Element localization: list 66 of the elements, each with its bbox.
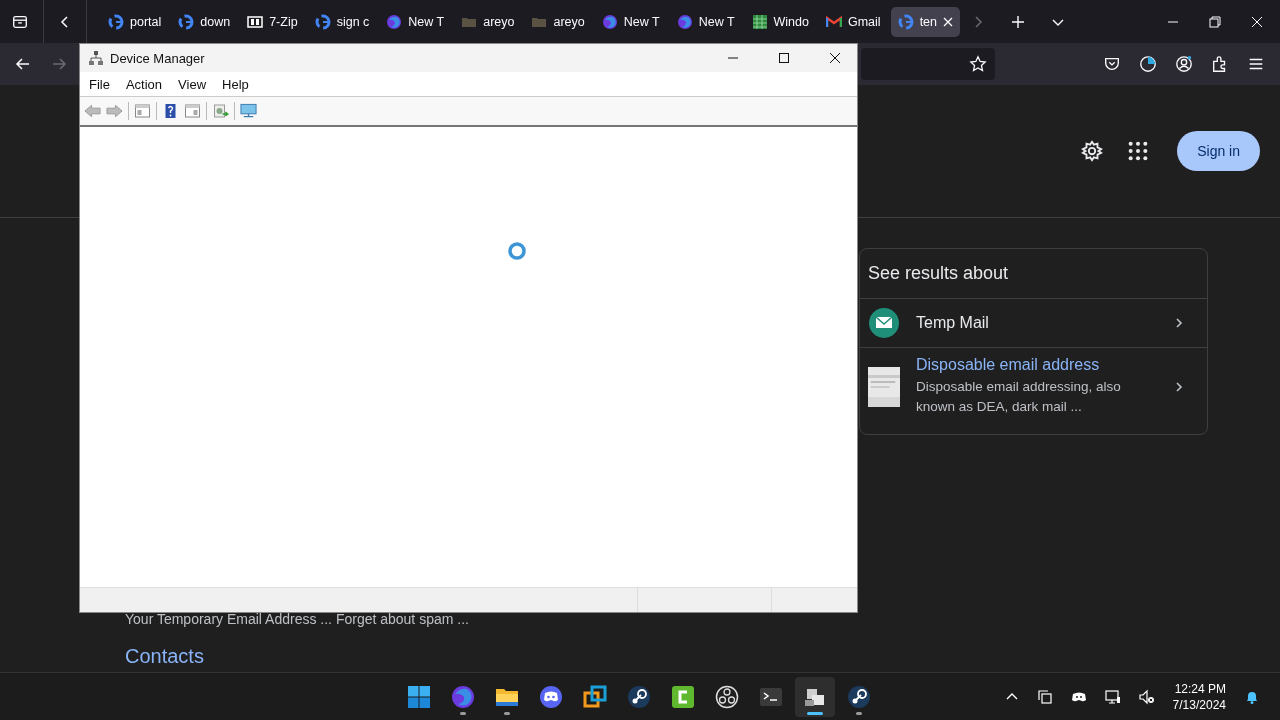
firefox-icon xyxy=(451,684,475,709)
menu-item[interactable]: Action xyxy=(125,76,163,92)
new-tab-icon[interactable] xyxy=(1011,14,1026,29)
restore-icon[interactable] xyxy=(1209,15,1221,28)
steam-icon xyxy=(627,684,651,709)
result-item[interactable]: Temp Mail xyxy=(860,299,1207,348)
browser-tab[interactable]: areyo xyxy=(454,6,522,37)
chevron-right-icon xyxy=(1173,380,1185,393)
browser-tab[interactable]: ten xyxy=(890,6,961,37)
back-icon[interactable] xyxy=(15,56,31,72)
sign-in-button[interactable]: Sign in xyxy=(1177,131,1260,171)
pocket-icon[interactable] xyxy=(1103,55,1121,73)
browser-tab[interactable]: 7-Zip xyxy=(240,6,305,37)
result-snippet: Your Temporary Email Address ... Forget about spam ... xyxy=(125,611,470,627)
browser-tab[interactable]: New T xyxy=(379,6,452,37)
panel-title: See results about xyxy=(860,249,1207,299)
muted-speaker-icon[interactable] xyxy=(1138,688,1155,705)
scan-hardware-icon[interactable] xyxy=(212,103,229,119)
chat-icon xyxy=(539,684,563,709)
firefox-icon xyxy=(601,13,618,30)
spreadsheet-icon xyxy=(751,13,768,30)
forward-icon[interactable] xyxy=(51,56,67,72)
settings-icon[interactable] xyxy=(1081,140,1104,162)
overlapping-squares-icon xyxy=(583,684,607,709)
timer-icon[interactable] xyxy=(1139,55,1157,73)
mail-icon xyxy=(826,13,842,30)
apps-icon[interactable] xyxy=(1127,140,1150,162)
menu-item[interactable]: File xyxy=(89,76,110,92)
menu-item[interactable]: View xyxy=(178,76,207,92)
result-title: Temp Mail xyxy=(916,314,990,332)
clock-time[interactable]: 12:24 PM xyxy=(1174,680,1226,697)
maximize-icon[interactable] xyxy=(778,52,790,64)
browser-tab[interactable]: New T xyxy=(594,6,667,37)
copy-icon[interactable] xyxy=(1036,688,1053,705)
firefox-icon xyxy=(676,13,693,30)
console-tree-icon[interactable] xyxy=(134,103,151,119)
result-link[interactable]: Contacts xyxy=(125,645,857,668)
chevron-right-icon xyxy=(1173,317,1185,329)
result-description: Disposable email addressing, also known as DEA, dark mail ... xyxy=(916,378,1122,416)
monitor-icon[interactable] xyxy=(240,103,257,119)
browser-tab[interactable]: Gmail xyxy=(819,6,888,37)
browser-tab[interactable]: areyo xyxy=(524,6,592,37)
archive-icon xyxy=(247,13,264,30)
star-icon[interactable] xyxy=(969,55,987,73)
clock-date[interactable]: 7/13/2024 xyxy=(1172,696,1226,713)
mail-logo-icon xyxy=(868,307,900,339)
menu-item[interactable]: Help xyxy=(222,76,249,92)
browser-tab[interactable]: Windo xyxy=(744,6,816,37)
browser-tab[interactable]: New T xyxy=(669,6,742,37)
editor-icon xyxy=(671,684,695,709)
taskbar-app[interactable] xyxy=(795,676,835,717)
browser-tab[interactable]: down xyxy=(171,6,238,37)
network-icon[interactable] xyxy=(1104,688,1121,705)
action-pane-icon[interactable] xyxy=(184,103,201,119)
steam-icon xyxy=(847,684,871,709)
firefox-icon xyxy=(386,13,403,30)
browser-tab[interactable]: sign c xyxy=(307,6,377,37)
result-item[interactable]: Disposable email address Disposable email addressing, also known as DEA, dark mail ... xyxy=(860,348,1207,425)
account-icon[interactable] xyxy=(1175,55,1193,73)
close-icon[interactable] xyxy=(829,52,841,64)
result-title[interactable]: Disposable email address xyxy=(916,356,1157,374)
window-title: Device Manager xyxy=(110,50,205,66)
windows-icon xyxy=(407,684,431,709)
browser-tab[interactable]: portal xyxy=(101,6,169,37)
device-tree-icon xyxy=(88,50,104,66)
record-icon xyxy=(715,684,739,709)
